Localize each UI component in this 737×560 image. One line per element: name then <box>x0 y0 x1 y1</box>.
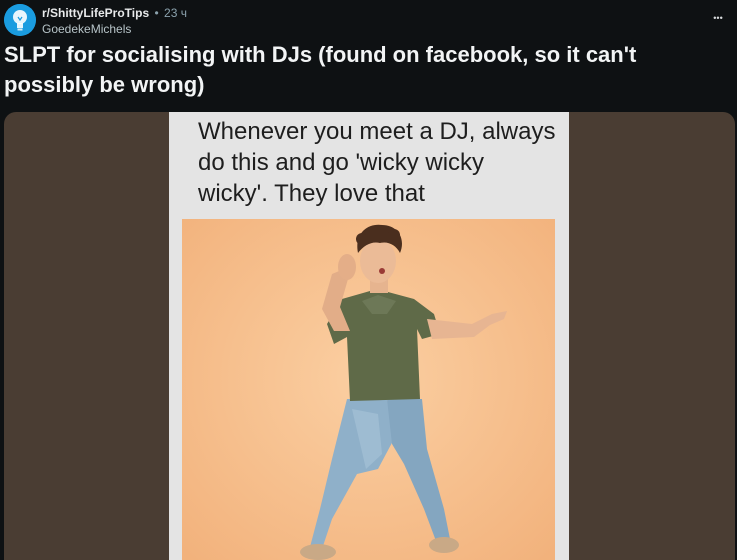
more-options-button[interactable]: ••• <box>707 8 729 30</box>
post-header: r/ShittyLifeProTips • 23 ч GoedekeMichel… <box>0 0 737 40</box>
dancing-man-illustration <box>182 219 555 560</box>
post-time: 23 ч <box>164 6 187 20</box>
subreddit-avatar[interactable] <box>4 4 36 36</box>
author-username[interactable]: GoedekeMichels <box>42 22 131 36</box>
meme-caption: Whenever you meet a DJ, always do this a… <box>198 118 556 207</box>
post-title[interactable]: SLPT for socialising with DJs (found on … <box>4 40 724 100</box>
meta-separator: • <box>154 6 159 20</box>
post-meta-line: r/ShittyLifeProTips • 23 ч <box>42 6 187 20</box>
post-media[interactable]: Whenever you meet a DJ, always do this a… <box>4 112 735 560</box>
subreddit-link[interactable]: r/ShittyLifeProTips <box>42 6 149 20</box>
reddit-post: r/ShittyLifeProTips • 23 ч GoedekeMichel… <box>0 0 737 560</box>
meme-image: Whenever you meet a DJ, always do this a… <box>169 112 569 560</box>
meme-photo <box>182 219 555 560</box>
more-icon: ••• <box>713 13 723 23</box>
lightbulb-icon <box>4 4 36 36</box>
